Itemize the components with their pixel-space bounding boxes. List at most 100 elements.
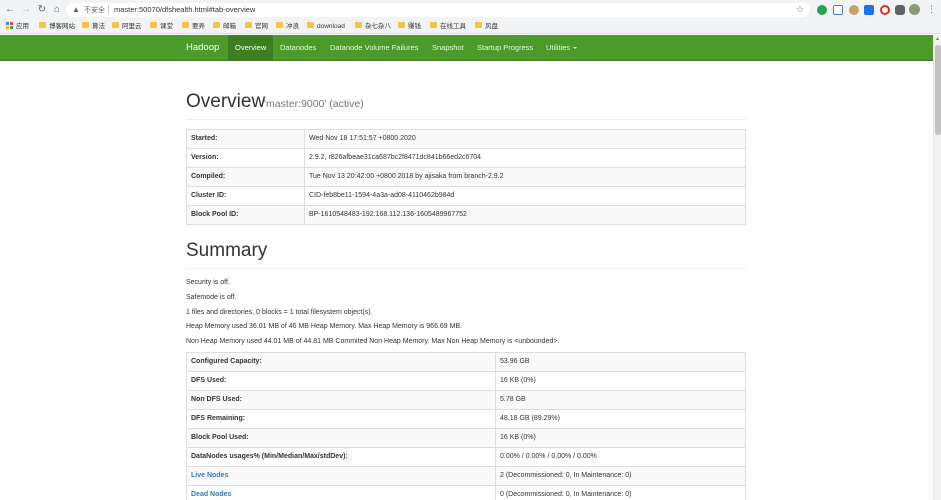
extension-translate-icon[interactable] — [864, 5, 874, 15]
table-row: Compiled: Tue Nov 13 20:42:00 +0800 2018 … — [186, 167, 746, 187]
row-value: 2.9.2, r826afbeae31ca687bc2f8471dc841b66… — [304, 148, 746, 168]
tab-utilities-label: Utilities — [546, 43, 571, 52]
folder-icon — [355, 22, 362, 29]
caret-down-icon — [573, 47, 578, 50]
folder-icon — [307, 22, 314, 29]
bookmark-label: 博客网站 — [49, 23, 75, 30]
tab-startup-progress[interactable]: Startup Progress — [470, 35, 540, 61]
bookmark-folder[interactable]: 杂七杂八 — [355, 22, 391, 32]
bookmark-folder[interactable]: 要弄 — [182, 22, 205, 32]
folder-icon — [150, 22, 157, 29]
extension-shield-icon[interactable] — [817, 5, 827, 15]
filesystem-objects: 1 files and directories, 0 blocks = 1 to… — [186, 309, 373, 316]
table-row: Dead Nodes 0 (Decommissioned: 0, In Maint… — [186, 485, 746, 500]
page-scrollbar[interactable]: ▲ — [933, 35, 941, 500]
row-value: BP-1610548483-192.168.112.136-1605489967… — [304, 205, 746, 225]
folder-icon — [82, 22, 89, 29]
bookmark-folder[interactable]: download — [307, 22, 345, 32]
bookmark-star-icon[interactable]: ☆ — [796, 4, 804, 15]
bookmark-folder[interactable]: 在线工具 — [430, 22, 466, 32]
bookmark-label: 在线工具 — [440, 23, 466, 30]
safemode-status: Safemode is off. — [186, 294, 237, 301]
hadoop-navbar: Hadoop Overview Datanodes Datanode Volum… — [0, 35, 935, 61]
row-key: DataNodes usages% (Min/Median/Max/stdDev… — [186, 447, 496, 467]
folder-icon — [245, 22, 252, 29]
table-row: Started: Wed Nov 18 17:51:57 +0800 2020 — [186, 129, 746, 149]
bookmark-folder[interactable]: 官网 — [245, 22, 268, 32]
row-key: Configured Capacity: — [186, 352, 496, 372]
table-row: Cluster ID: CID-feb8be11-1594-4a3a-ad08-4… — [186, 186, 746, 206]
row-value: 0 (Decommissioned: 0, In Maintenance: 0) — [495, 485, 746, 500]
overview-subtitle: 'master:9000' (active) — [264, 97, 364, 110]
row-value: Tue Nov 13 20:42:00 +0800 2018 by ajisak… — [304, 167, 746, 187]
table-row: Block Pool Used: 16 KB (0%) — [186, 428, 746, 448]
address-bar[interactable]: ▲ 不安全 master:50070/dfshealth.html#tab-ov… — [66, 3, 810, 17]
table-row: Block Pool ID: BP-1610548483-192.168.112.… — [186, 205, 746, 225]
bookmark-folder[interactable]: 阿里云 — [112, 22, 142, 32]
browser-menu-icon[interactable]: ⋮ — [927, 4, 936, 15]
bookmark-folder[interactable]: 邮箱 — [213, 22, 236, 32]
bookmark-label: 风盘 — [485, 23, 498, 30]
dead-nodes-link[interactable]: Dead Nodes — [186, 485, 496, 500]
folder-icon — [213, 22, 220, 29]
bookmark-apps[interactable]: 应用 — [6, 21, 29, 32]
row-key: Compiled: — [186, 167, 305, 187]
table-row: Version: 2.9.2, r826afbeae31ca687bc2f8471… — [186, 148, 746, 168]
browser-toolbar: ← → ↻ ⌂ ▲ 不安全 master:50070/dfshealth.htm… — [0, 0, 941, 20]
row-key: DFS Remaining: — [186, 409, 496, 429]
row-value: 2 (Decommissioned: 0, In Maintenance: 0) — [495, 466, 746, 486]
row-value: 16 KB (0%) — [495, 428, 746, 448]
extension-block-icon[interactable] — [880, 5, 890, 15]
row-value: 16 KB (0%) — [495, 371, 746, 391]
profile-avatar[interactable] — [909, 4, 920, 15]
scrollbar-thumb[interactable] — [935, 45, 941, 135]
tab-snapshot[interactable]: Snapshot — [425, 35, 471, 61]
summary-table: Configured Capacity: 53.96 GB DFS Used: 16… — [186, 352, 746, 500]
tab-utilities[interactable]: Utilities — [539, 35, 584, 61]
row-value: CID-feb8be11-1594-4a3a-ad08-4110462b984d — [304, 186, 746, 206]
extensions-puzzle-icon[interactable] — [895, 5, 905, 15]
summary-header: Summary — [186, 236, 746, 269]
table-row: DFS Remaining: 48.18 GB (89.29%) — [186, 409, 746, 429]
scroll-up-icon[interactable]: ▲ — [935, 36, 940, 42]
row-value: Wed Nov 18 17:51:57 +0800 2020 — [304, 129, 746, 149]
back-icon[interactable]: ← — [4, 4, 16, 16]
bookmark-folder[interactable]: 算法 — [82, 22, 105, 32]
folder-icon — [430, 22, 437, 29]
url-text[interactable]: master:50070/dfshealth.html#tab-overview — [114, 5, 255, 14]
folder-icon — [398, 22, 405, 29]
row-key: Block Pool Used: — [186, 428, 496, 448]
insecure-label: 不安全 — [84, 7, 105, 14]
overview-title: Overview — [186, 91, 266, 112]
bookmark-folder[interactable]: 博客网站 — [39, 22, 75, 32]
bookmark-folder[interactable]: 赚钱 — [398, 22, 421, 32]
folder-icon — [475, 22, 482, 29]
bookmark-label: 冲浪 — [286, 23, 299, 30]
extension-v-icon[interactable] — [833, 5, 843, 15]
row-key: DFS Used: — [186, 371, 496, 391]
folder-icon — [276, 22, 283, 29]
extension-cookie-icon[interactable] — [849, 5, 859, 15]
bookmark-folder[interactable]: 冲浪 — [276, 22, 299, 32]
bookmark-label: 杂七杂八 — [365, 23, 391, 30]
bookmark-label: 应用 — [16, 23, 29, 30]
tab-datanodes[interactable]: Datanodes — [273, 35, 323, 61]
non-heap-memory: Non Heap Memory used 44.01 MB of 44.81 M… — [186, 338, 560, 345]
forward-icon[interactable]: → — [20, 4, 32, 16]
bookmark-folder[interactable]: 风盘 — [475, 22, 498, 32]
table-row: DFS Used: 16 KB (0%) — [186, 371, 746, 391]
row-value: 0.00% / 0.00% / 0.00% / 0.00% — [495, 447, 746, 467]
folder-icon — [182, 22, 189, 29]
tab-datanode-volume-failures[interactable]: Datanode Volume Failures — [323, 35, 425, 61]
tab-overview[interactable]: Overview — [228, 35, 274, 61]
live-nodes-link[interactable]: Live Nodes — [186, 466, 496, 486]
warning-icon: ▲ — [72, 5, 80, 14]
brand-logo[interactable]: Hadoop — [186, 35, 219, 61]
row-value: 53.96 GB — [495, 352, 746, 372]
home-icon[interactable]: ⌂ — [51, 4, 63, 16]
bookmark-folder[interactable]: 课堂 — [150, 22, 173, 32]
folder-icon — [112, 22, 119, 29]
table-row: Non DFS Used: 5.78 GB — [186, 390, 746, 410]
bookmarks-bar: 应用 博客网站 算法 阿里云 课堂 要弄 邮箱 官网 冲浪 download 杂… — [0, 20, 941, 34]
reload-icon[interactable]: ↻ — [36, 4, 48, 16]
